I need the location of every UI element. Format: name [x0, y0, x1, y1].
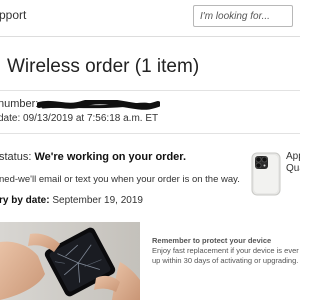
- status-label: status:: [0, 151, 32, 163]
- cracked-phone-image: [0, 222, 140, 300]
- product-name[interactable]: App: [286, 151, 300, 162]
- header-divider: [0, 36, 300, 37]
- delivery-date: ry by date: September 19, 2019: [0, 195, 143, 206]
- top-header: pport: [0, 0, 300, 36]
- redaction-mark: [37, 100, 160, 110]
- page-title: Wireless order (1 item): [7, 56, 200, 77]
- promo-text-line1: Enjoy fast replacement if your device is…: [152, 246, 300, 255]
- order-page: pport Wireless order (1 item) number: da…: [0, 0, 300, 300]
- product-quantity: Qua: [286, 163, 300, 174]
- delivery-value: September 19, 2019: [52, 195, 143, 206]
- status-note: ned-we'll email or text you when your or…: [0, 174, 240, 185]
- support-link[interactable]: pport: [0, 8, 26, 22]
- order-divider: [0, 133, 300, 134]
- delivery-label: ry by date:: [0, 195, 50, 206]
- order-status: status: We're working on your order.: [0, 151, 186, 163]
- status-value: We're working on your order.: [34, 151, 187, 163]
- order-number-label: number:: [0, 98, 39, 110]
- protection-banner[interactable]: Remember to protect your device Enjoy fa…: [0, 222, 300, 300]
- promo-text-line2: up within 30 days of activating or upgra…: [152, 256, 299, 265]
- title-divider: [0, 90, 300, 91]
- promo-heading: Remember to protect your device: [152, 236, 272, 245]
- search-input[interactable]: [193, 5, 293, 27]
- order-date: date: 09/13/2019 at 7:56:18 a.m. ET: [0, 113, 159, 124]
- product-phone-image[interactable]: [251, 152, 281, 196]
